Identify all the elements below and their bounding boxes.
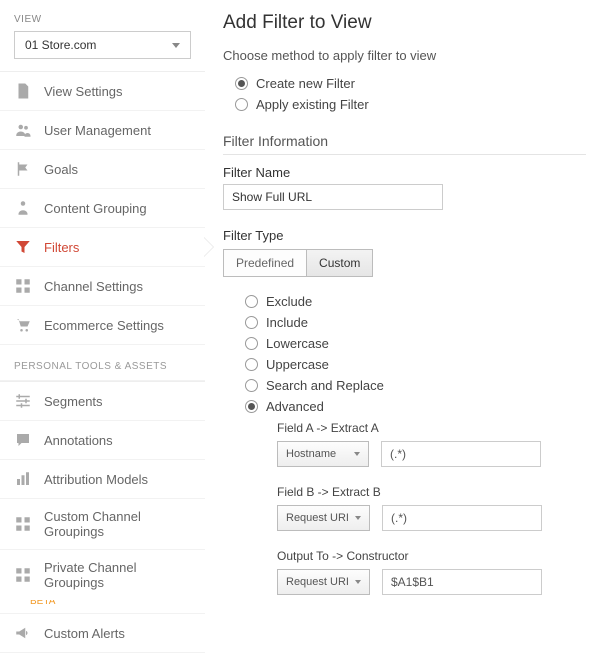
sidebar-item-private-channel-groupings[interactable]: Private Channel Groupings: [0, 550, 205, 600]
sliders-icon: [14, 392, 32, 410]
select-value: Request URI: [286, 576, 349, 588]
custom-filter-options: Exclude Include Lowercase Uppercase Sear…: [223, 291, 586, 595]
chevron-down-icon: [354, 452, 360, 456]
select-value: Hostname: [286, 448, 336, 460]
radio-label: Advanced: [266, 399, 324, 414]
view-selector-value: 01 Store.com: [25, 38, 96, 52]
radio-label: Lowercase: [266, 336, 329, 351]
radio-uppercase[interactable]: [245, 358, 258, 371]
sidebar-item-goals[interactable]: Goals: [0, 150, 205, 189]
view-heading: VIEW: [0, 14, 205, 31]
radio-search-replace[interactable]: [245, 379, 258, 392]
person-star-icon: [14, 199, 32, 217]
megaphone-icon: [14, 624, 32, 642]
radio-exclude[interactable]: [245, 295, 258, 308]
method-prompt: Choose method to apply filter to view: [223, 48, 586, 63]
users-icon: [14, 121, 32, 139]
radio-label: Include: [266, 315, 308, 330]
radio-include[interactable]: [245, 316, 258, 329]
chevron-down-icon: [355, 580, 361, 584]
sidebar-item-view-settings[interactable]: View Settings: [0, 72, 205, 111]
main-content: Add Filter to View Choose method to appl…: [205, 0, 600, 606]
sidebar-item-label: Attribution Models: [44, 472, 148, 487]
sidebar-item-ecommerce-settings[interactable]: Ecommerce Settings: [0, 306, 205, 345]
view-selector[interactable]: 01 Store.com: [14, 31, 191, 59]
nav-section-1: View Settings User Management Goals Cont…: [0, 71, 205, 345]
sidebar: VIEW 01 Store.com View Settings User Man…: [0, 0, 205, 606]
sidebar-item-label: Segments: [44, 394, 103, 409]
flag-icon: [14, 160, 32, 178]
sidebar-item-label: Annotations: [44, 433, 113, 448]
radio-apply-existing-filter[interactable]: [235, 98, 248, 111]
sidebar-item-label: Goals: [44, 162, 78, 177]
grid-dots-icon: [14, 515, 32, 533]
sidebar-item-label: Custom Channel Groupings: [44, 509, 191, 539]
bar-chart-icon: [14, 470, 32, 488]
speech-bubble-icon: [14, 431, 32, 449]
field-b-input[interactable]: [382, 505, 542, 531]
output-to-select[interactable]: Request URI: [277, 569, 370, 595]
filter-name-label: Filter Name: [223, 165, 586, 180]
sidebar-item-annotations[interactable]: Annotations: [0, 421, 205, 460]
sidebar-item-filters[interactable]: Filters: [0, 228, 205, 267]
sidebar-item-content-grouping[interactable]: Content Grouping: [0, 189, 205, 228]
funnel-icon: [14, 238, 32, 256]
radio-lowercase[interactable]: [245, 337, 258, 350]
sidebar-item-user-management[interactable]: User Management: [0, 111, 205, 150]
field-a-input[interactable]: [381, 441, 541, 467]
filter-name-input[interactable]: [223, 184, 443, 210]
sidebar-item-custom-channel-groupings[interactable]: Custom Channel Groupings: [0, 499, 205, 550]
personal-tools-heading: PERSONAL TOOLS & ASSETS: [0, 345, 205, 381]
radio-create-new-filter[interactable]: [235, 77, 248, 90]
output-to-input[interactable]: [382, 569, 542, 595]
sidebar-item-label: Private Channel Groupings: [44, 560, 191, 590]
sidebar-item-custom-alerts[interactable]: Custom Alerts: [0, 614, 205, 653]
sidebar-item-segments[interactable]: Segments: [0, 382, 205, 421]
page-icon: [14, 82, 32, 100]
sidebar-item-channel-settings[interactable]: Channel Settings: [0, 267, 205, 306]
grid-icon: [14, 277, 32, 295]
sidebar-item-label: Channel Settings: [44, 279, 143, 294]
sidebar-item-label: Ecommerce Settings: [44, 318, 164, 333]
tab-custom[interactable]: Custom: [307, 249, 373, 277]
sidebar-item-label: Custom Alerts: [44, 626, 125, 641]
select-value: Request URI: [286, 512, 349, 524]
sidebar-item-label: View Settings: [44, 84, 123, 99]
radio-label: Uppercase: [266, 357, 329, 372]
radio-label: Create new Filter: [256, 76, 355, 91]
cart-icon: [14, 316, 32, 334]
radio-label: Exclude: [266, 294, 312, 309]
grid-dots-icon: [14, 566, 32, 584]
field-a-label: Field A -> Extract A: [277, 421, 586, 435]
field-b-select[interactable]: Request URI: [277, 505, 370, 531]
field-a-select[interactable]: Hostname: [277, 441, 369, 467]
sidebar-item-attribution-models[interactable]: Attribution Models: [0, 460, 205, 499]
advanced-settings: Field A -> Extract A Hostname Field B ->…: [277, 421, 586, 595]
chevron-down-icon: [355, 516, 361, 520]
sidebar-item-label: Filters: [44, 240, 79, 255]
filter-information-heading: Filter Information: [223, 133, 586, 155]
chevron-down-icon: [172, 43, 180, 48]
tab-predefined[interactable]: Predefined: [223, 249, 307, 277]
sidebar-item-label: User Management: [44, 123, 151, 138]
radio-advanced[interactable]: [245, 400, 258, 413]
nav-section-2: Segments Annotations Attribution Models …: [0, 381, 205, 653]
sidebar-item-label: Content Grouping: [44, 201, 147, 216]
radio-label: Search and Replace: [266, 378, 384, 393]
page-title: Add Filter to View: [223, 12, 586, 34]
filter-type-label: Filter Type: [223, 228, 586, 243]
field-b-label: Field B -> Extract B: [277, 485, 586, 499]
output-to-label: Output To -> Constructor: [277, 549, 586, 563]
radio-label: Apply existing Filter: [256, 97, 369, 112]
filter-type-tabs: Predefined Custom: [223, 249, 586, 277]
